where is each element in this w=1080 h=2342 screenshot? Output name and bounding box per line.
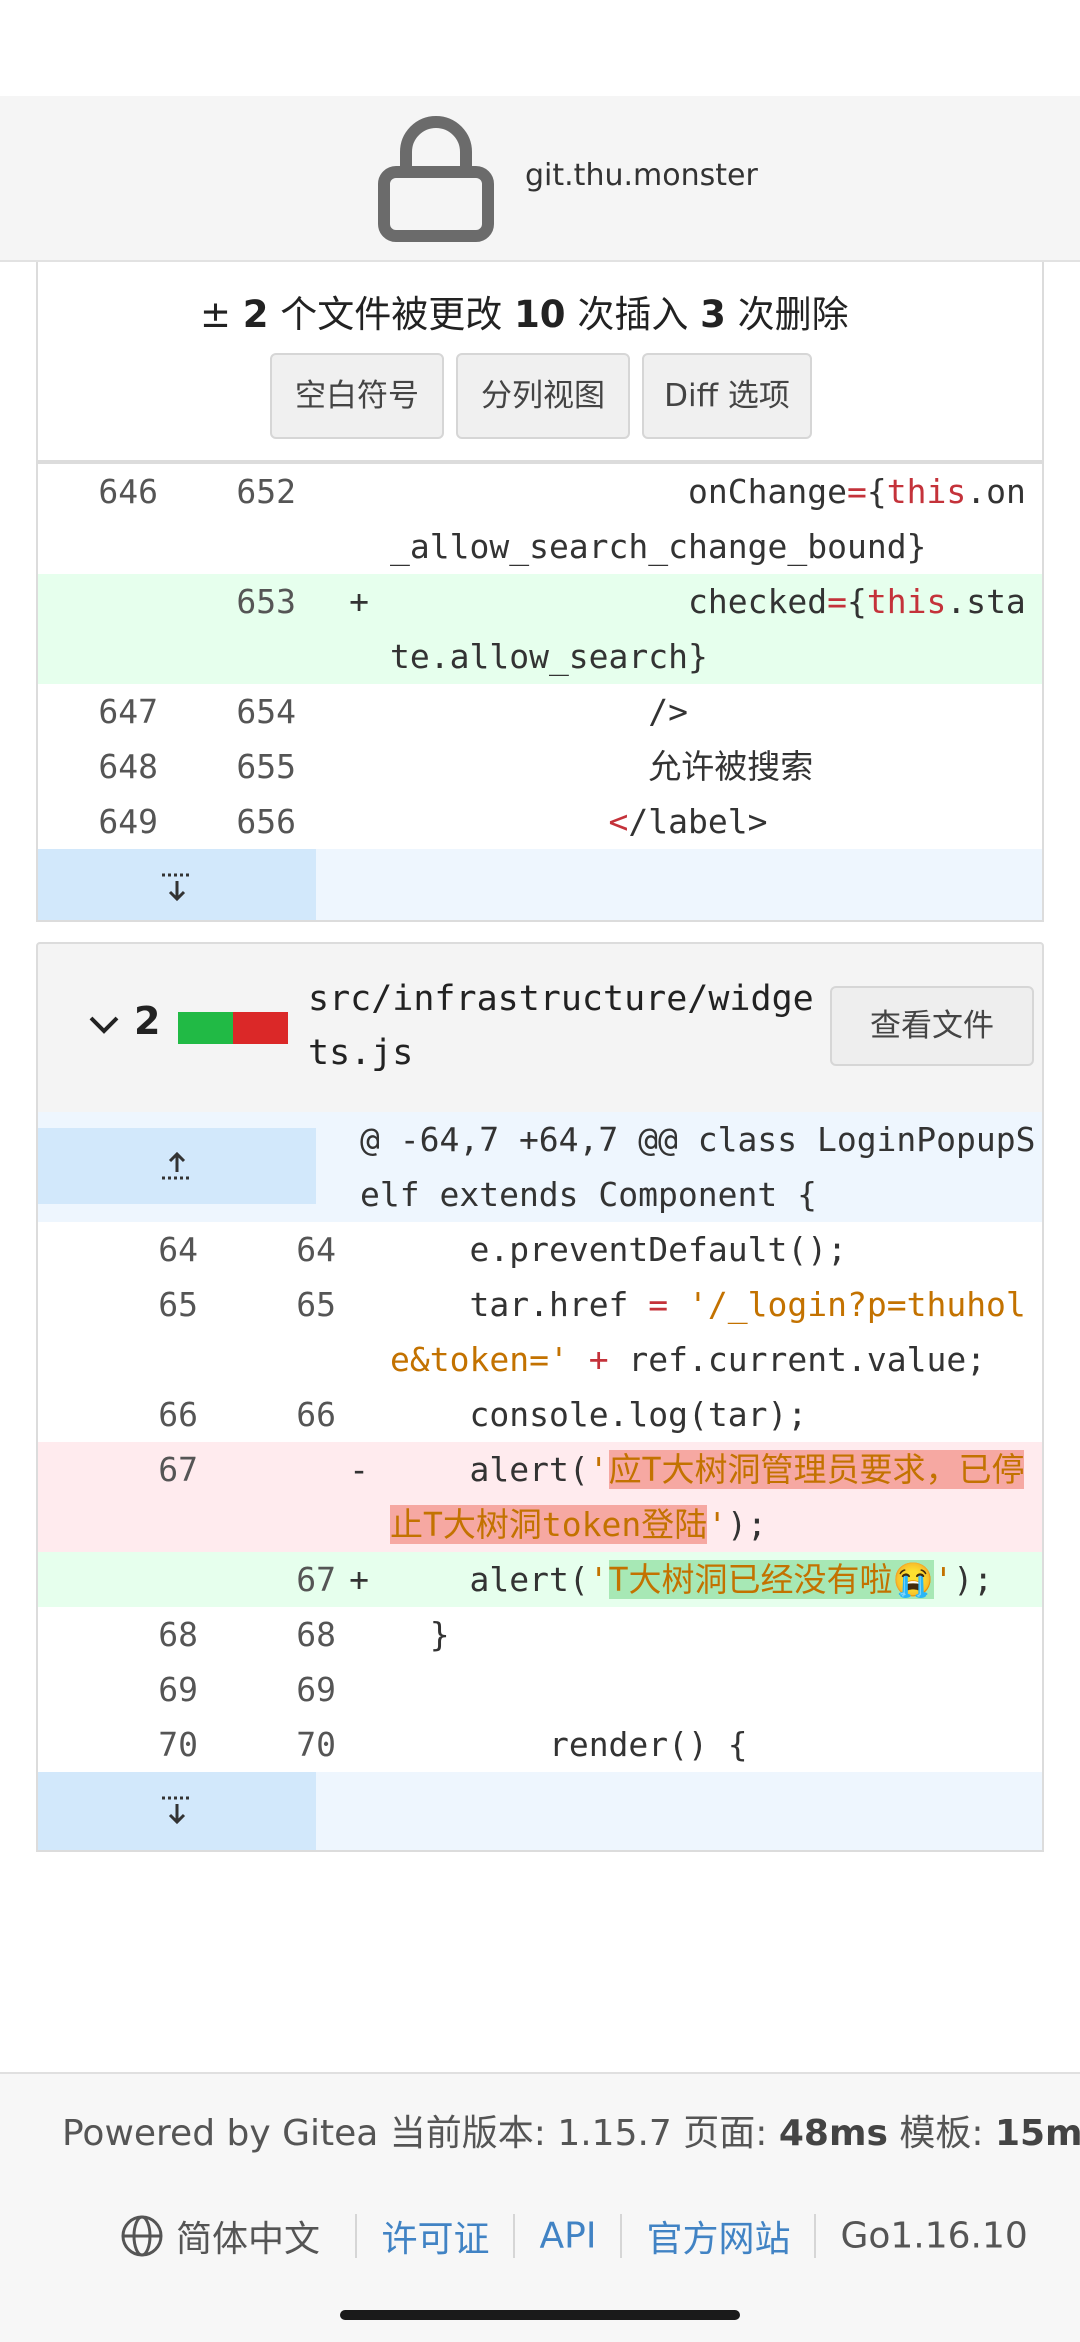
hunk-header-row: @ -64,7 +64,7 @@ class LoginPopupSelf ex… (38, 1112, 1042, 1222)
whitespace-button[interactable]: 空白符号 (270, 353, 444, 439)
go-version: Go1.16.10 (840, 2215, 1028, 2257)
file-path[interactable]: src/infrastructure/widgets.js (308, 972, 828, 1080)
expand-down-icon (162, 873, 192, 902)
divider (814, 2214, 817, 2258)
chevron-down-icon[interactable] (88, 1014, 120, 1036)
diff-row-added: 653 + checked={this.state.allow_search} (38, 574, 1042, 684)
diff-row: 64 64 e.preventDefault(); (158, 1230, 847, 1269)
diff-bar-deleted (233, 1012, 288, 1044)
api-link[interactable]: API (539, 2216, 596, 2257)
diff-row: 70 70 render() { (158, 1725, 748, 1764)
diff-bar (178, 1012, 288, 1044)
diff-row: 649 656 </label> (98, 802, 768, 841)
expand-down-button[interactable] (38, 849, 316, 920)
diff-row: 66 66 console.log(tar); (158, 1395, 808, 1434)
file1-diff: 646 652 onChange={this.on_allow_search_c… (36, 462, 1044, 922)
diff-row: 646 652 onChange={this.on_allow_search_c… (98, 472, 1026, 566)
powered-by: Powered by Gitea 当前版本: 1.15.7 页面: 48ms 模… (62, 2113, 1080, 2154)
divider (355, 2214, 358, 2258)
diff-row: 648 655 允许被搜索 (98, 747, 814, 786)
diff-row: 68 68 } (158, 1615, 450, 1654)
expand-up-button[interactable] (38, 1128, 316, 1204)
diff-options-button[interactable]: Diff 选项 (642, 353, 812, 439)
diff-bar-added (178, 1012, 233, 1044)
diff-stats: ± 2 个文件被更改 10 次插入 3 次删除 (200, 293, 849, 336)
diff-row: 647 654 /> (98, 692, 689, 731)
hunk-header: @ -64,7 +64,7 @@ class LoginPopupSelf ex… (360, 1120, 1036, 1214)
globe-icon (121, 2215, 163, 2257)
expand-down-button[interactable] (38, 1772, 316, 1850)
diff-row-deleted: 67 - alert('应T大树洞管理员要求，已停止T大树洞token登陆'); (38, 1442, 1042, 1552)
diff-row: 65 65 tar.href = '/_login?p=thuhole&toke… (158, 1285, 1026, 1379)
url-host: git.thu.monster (525, 158, 758, 193)
file2-diff: @ -64,7 +64,7 @@ class LoginPopupSelf ex… (36, 1112, 1044, 1852)
footer-links: 简体中文 许可证 API 官方网站 Go1.16.10 (120, 2210, 1028, 2262)
expand-up-icon (162, 1151, 192, 1180)
website-link[interactable]: 官方网站 (646, 2219, 790, 2260)
diff-row-added: 67 + alert('T大树洞已经没有啦😭'); (38, 1552, 1042, 1607)
split-view-button[interactable]: 分列视图 (456, 353, 630, 439)
language-selector[interactable]: 简体中文 (120, 2214, 331, 2260)
file-change-count: 2 (134, 999, 161, 1043)
diff-row: 69 69 (158, 1670, 336, 1709)
plus-minus-icon: ± (200, 293, 232, 336)
lock-icon (378, 116, 494, 242)
file2-header: 2 src/infrastructure/widgets.js 查看文件 (36, 942, 1044, 1114)
expand-row (38, 849, 1042, 920)
home-indicator[interactable] (340, 2310, 740, 2320)
view-file-button[interactable]: 查看文件 (830, 986, 1034, 1066)
divider (513, 2214, 516, 2258)
expand-down-icon (162, 1796, 192, 1825)
divider (620, 2214, 623, 2258)
expand-row (38, 1772, 1042, 1850)
license-link[interactable]: 许可证 (381, 2219, 489, 2260)
